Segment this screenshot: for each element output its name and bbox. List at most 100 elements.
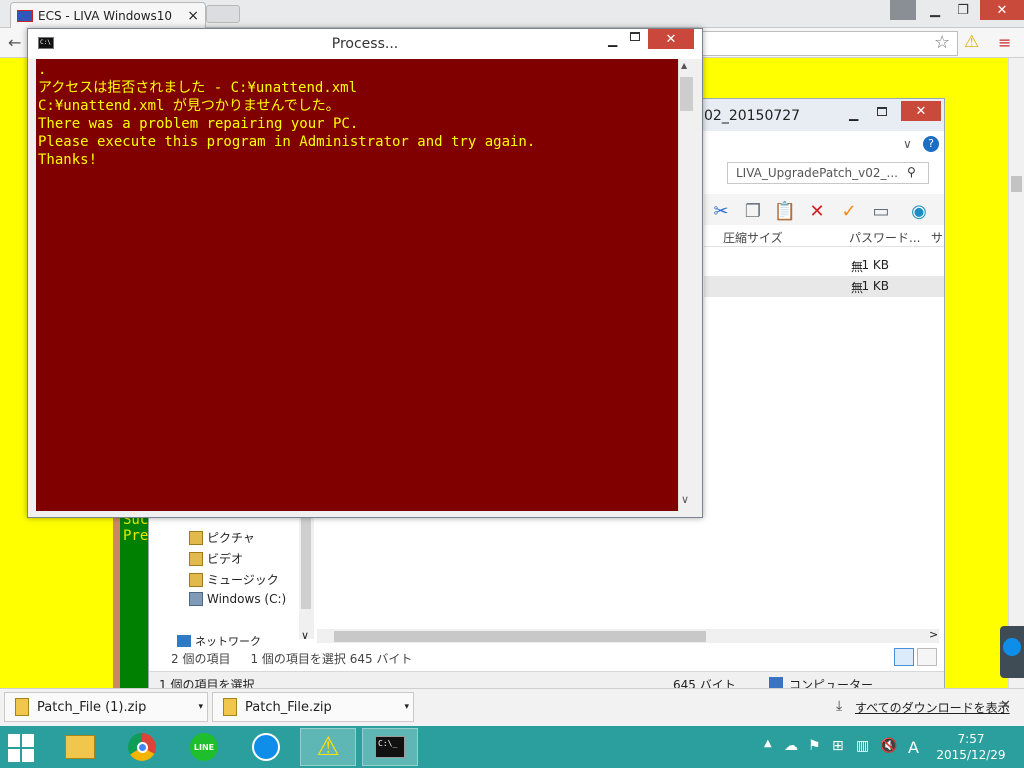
download-filename: Patch_File.zip: [245, 699, 332, 715]
drive-icon: [189, 592, 203, 606]
page-scroll-thumb[interactable]: [1011, 176, 1022, 192]
console-line: アクセスは拒否されました - C:¥unattend.xml: [38, 80, 358, 96]
console-line: Thanks!: [38, 152, 98, 168]
tab-close-icon[interactable]: ×: [187, 8, 199, 24]
help-icon[interactable]: ?: [923, 136, 939, 152]
large-icons-view-icon[interactable]: [917, 648, 937, 666]
process-close-button[interactable]: ✕: [648, 29, 694, 49]
console-line: C:¥unattend.xml が見つかりませんでした。: [38, 98, 340, 114]
download-menu-icon[interactable]: ▾: [198, 702, 203, 712]
favicon-icon: [17, 9, 33, 22]
chrome-icon[interactable]: [114, 728, 170, 766]
action-flag-icon[interactable]: ⚑: [808, 738, 821, 754]
onedrive-icon[interactable]: ☁: [784, 738, 798, 754]
volume-muted-icon[interactable]: 🔇: [880, 738, 897, 754]
menu-icon[interactable]: ≡: [998, 33, 1011, 52]
videos-folder-icon: [189, 551, 203, 566]
download-filename: Patch_File (1).zip: [37, 699, 147, 715]
console-line: There was a problem repairing your PC.: [38, 116, 359, 132]
delete-icon[interactable]: ✕: [805, 199, 829, 223]
pictures-folder-icon: [189, 530, 203, 545]
table-row[interactable]: 1 KB 無: [704, 255, 944, 276]
console-output: . アクセスは拒否されました - C:¥unattend.xml C:¥unatte…: [36, 59, 678, 511]
network-tray-icon[interactable]: ▥: [856, 738, 869, 754]
rename-icon[interactable]: ▭: [869, 199, 893, 223]
download-item[interactable]: Patch_File (1).zip ▾: [4, 692, 208, 722]
nav-item-music[interactable]: ミュージック: [189, 571, 279, 588]
warning-extension-icon[interactable]: ⚠: [964, 32, 979, 52]
explorer-minimize-button[interactable]: ▁: [849, 107, 858, 121]
hscroll-thumb[interactable]: [334, 631, 706, 642]
search-icon[interactable]: ⚲: [907, 165, 916, 179]
table-row[interactable]: 1 KB 無: [704, 276, 944, 297]
page-scrollbar[interactable]: [1008, 58, 1024, 688]
column-extra[interactable]: サ: [931, 229, 943, 246]
row-password: 無: [851, 260, 864, 274]
column-password[interactable]: パスワード...: [849, 229, 920, 246]
shell-icon[interactable]: ◉: [907, 199, 931, 223]
process-title: Process...: [331, 36, 399, 52]
line-icon[interactable]: LINE: [176, 728, 232, 766]
profile-icon[interactable]: [890, 0, 916, 20]
nav-item-videos[interactable]: ビデオ: [189, 550, 243, 567]
download-item[interactable]: Patch_File.zip ▾: [212, 692, 414, 722]
start-button[interactable]: [8, 734, 38, 762]
maximize-button[interactable]: ❐: [948, 0, 978, 20]
clock[interactable]: 7:57 2015/12/29: [926, 731, 1016, 763]
console-scrollbar[interactable]: [678, 59, 695, 511]
check-icon[interactable]: ✓: [837, 199, 861, 223]
copy-icon[interactable]: ❐: [741, 199, 765, 223]
zip-file-icon: [15, 698, 29, 716]
scissors-icon[interactable]: ✂: [709, 199, 733, 223]
status-item-count: 2 個の項目: [171, 651, 231, 666]
status-selected: 1 個の項目を選択 645 バイト: [250, 651, 413, 666]
close-window-button[interactable]: ✕: [980, 0, 1024, 20]
cmd-icon[interactable]: C:\_: [362, 728, 418, 766]
nav-item-drive-c[interactable]: Windows (C:): [189, 592, 286, 606]
explorer-status-bar: 2 個の項目 1 個の項目を選択 645 バイト: [149, 647, 944, 669]
explorer-title: 02_20150727: [704, 108, 801, 124]
browser-tab[interactable]: ECS - LIVA Windows10 ×: [10, 2, 206, 28]
hscroll-right-icon[interactable]: >: [929, 628, 938, 641]
nav-scroll-thumb[interactable]: [301, 517, 311, 609]
console-line: .: [38, 62, 47, 78]
process-maximize-button[interactable]: [630, 32, 640, 41]
network-icon: [177, 635, 191, 647]
bookmark-star-icon[interactable]: ☆: [934, 32, 950, 53]
nav-item-pictures[interactable]: ピクチャ: [189, 529, 255, 546]
column-compressed-size[interactable]: 圧縮サイズ: [723, 229, 783, 246]
back-arrow-icon[interactable]: ←: [8, 33, 21, 52]
windows-tray-icon[interactable]: ⊞: [832, 738, 844, 754]
tray-expand-icon[interactable]: ▲: [764, 738, 772, 749]
explorer-search-input[interactable]: LIVA_UpgradePatch_v02_...: [727, 162, 929, 184]
omnibox[interactable]: [700, 31, 958, 56]
clock-date: 2015/12/29: [936, 748, 1006, 762]
new-tab-button[interactable]: [206, 5, 240, 23]
teamviewer-side-icon[interactable]: [1000, 626, 1024, 678]
console-scroll-thumb[interactable]: [680, 77, 693, 111]
explorer-maximize-button[interactable]: [877, 107, 887, 116]
ime-indicator[interactable]: A: [908, 738, 919, 757]
zip-file-icon: [223, 698, 237, 716]
process-window: C:\ Process... ▁ ✕ . アクセスは拒否されました - C:¥un…: [27, 28, 703, 518]
download-arrow-icon: ⤓: [836, 698, 843, 714]
file-explorer-icon[interactable]: [52, 728, 108, 766]
warning-app-icon[interactable]: ⚠: [300, 728, 356, 766]
process-minimize-button[interactable]: ▁: [608, 33, 617, 47]
console-scroll-down-icon[interactable]: ∨: [681, 493, 689, 506]
console-scroll-up-icon[interactable]: ▲: [681, 61, 687, 70]
ribbon-expand-icon[interactable]: ∨: [903, 137, 912, 151]
background-console-text: Pre: [123, 528, 149, 544]
explorer-close-button[interactable]: ✕: [901, 101, 941, 121]
show-all-downloads-link[interactable]: すべてのダウンロードを表示: [855, 699, 1010, 716]
row-size: 1 KB: [861, 279, 889, 293]
music-folder-icon: [189, 572, 203, 587]
paste-icon[interactable]: 📋: [773, 199, 797, 223]
download-menu-icon[interactable]: ▾: [404, 702, 409, 712]
teamviewer-icon[interactable]: [238, 728, 294, 766]
row-size: 1 KB: [861, 258, 889, 272]
minimize-button[interactable]: ▁: [920, 0, 950, 20]
details-view-icon[interactable]: [894, 648, 914, 666]
nav-scroll-down-icon[interactable]: ∨: [301, 629, 309, 642]
download-shelf-close-icon[interactable]: ✕: [1000, 698, 1011, 713]
